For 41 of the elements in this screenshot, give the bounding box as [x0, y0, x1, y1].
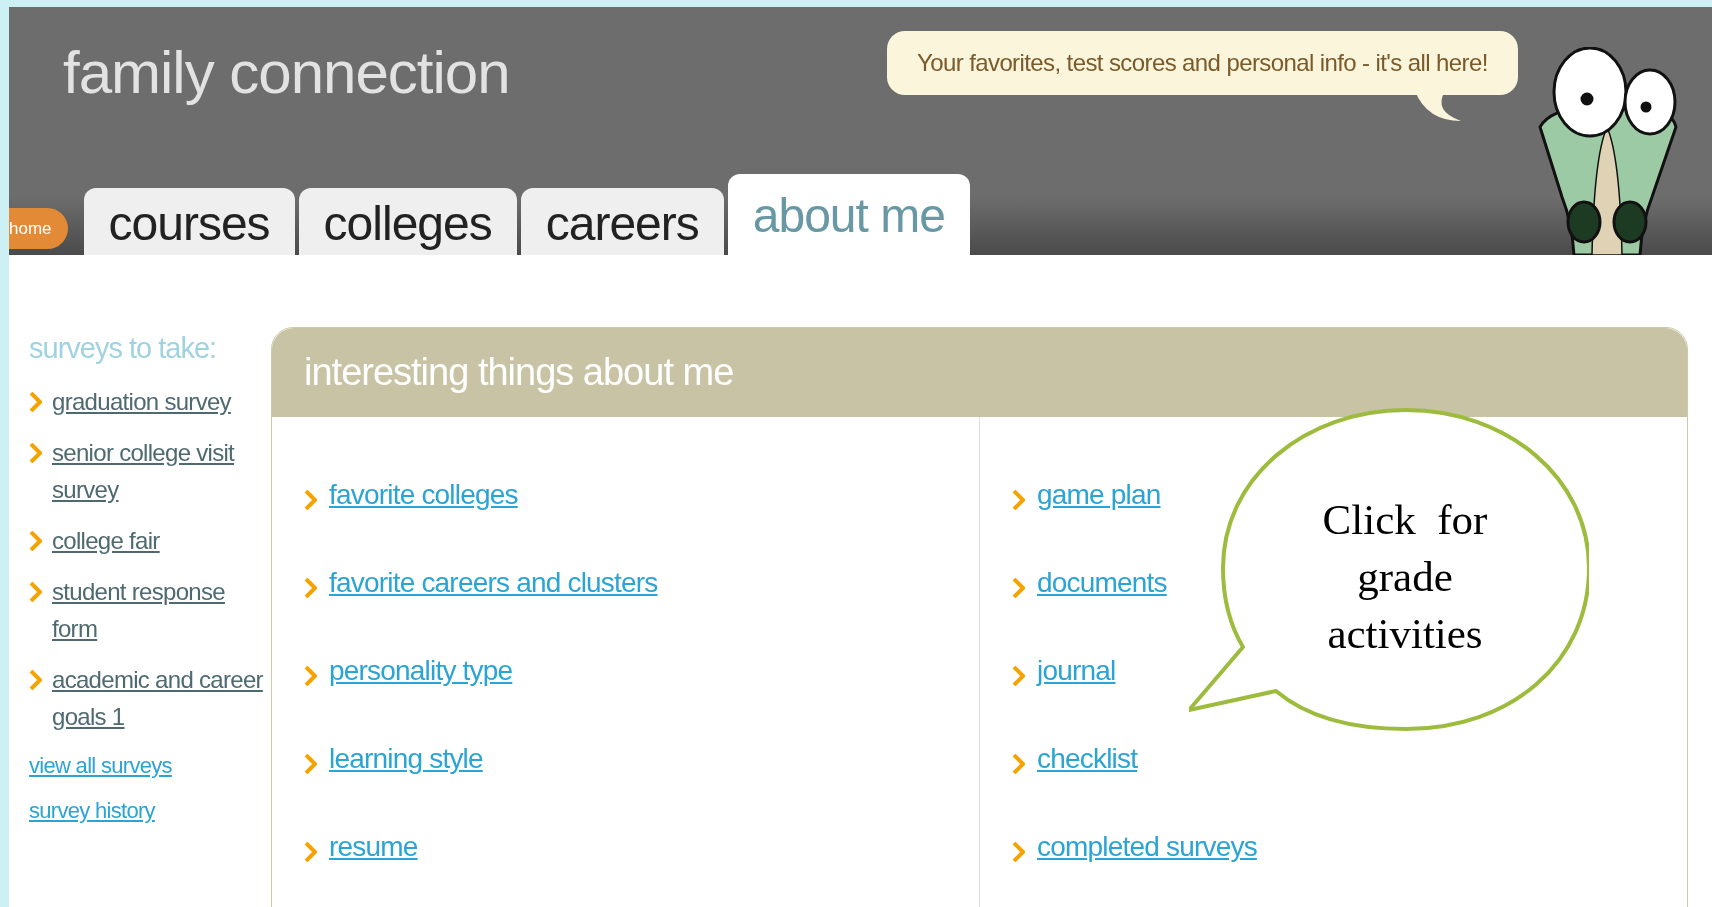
panel-link[interactable]: personality type: [329, 650, 513, 692]
sidebar-link[interactable]: view all surveys: [29, 748, 271, 782]
chevron-icon: [304, 489, 317, 510]
chevron-icon: [29, 442, 42, 463]
home-button[interactable]: home: [9, 208, 68, 249]
callout-text: Click for grade activities: [1321, 495, 1489, 659]
chevron-icon: [304, 665, 317, 686]
chevron-icon: [304, 753, 317, 774]
nav-tab[interactable]: about me: [727, 173, 970, 255]
survey-link[interactable]: graduation survey: [52, 382, 231, 420]
panel-link[interactable]: documents: [1037, 562, 1167, 604]
nav-tab[interactable]: colleges: [298, 187, 517, 255]
survey-link[interactable]: senior college visit survey: [52, 433, 271, 508]
site-title: family connection: [63, 38, 510, 108]
chevron-icon: [304, 841, 317, 862]
chevron-icon: [1012, 489, 1025, 510]
chevron-icon: [29, 530, 42, 551]
panel-link[interactable]: favorite colleges: [329, 474, 518, 516]
panel-link[interactable]: game plan: [1037, 474, 1161, 516]
panel-link[interactable]: completed surveys: [1037, 826, 1257, 868]
chevron-icon: [304, 577, 317, 598]
panel-link[interactable]: learning style: [329, 738, 483, 780]
survey-link[interactable]: student response form: [52, 572, 271, 647]
panel-link[interactable]: resume: [329, 826, 418, 868]
chevron-icon: [1012, 841, 1025, 862]
panel-title: interesting things about me: [272, 328, 1687, 417]
survey-link[interactable]: college fair: [52, 521, 160, 559]
chevron-icon: [29, 391, 42, 412]
chevron-icon: [29, 581, 42, 602]
chevron-icon: [1012, 753, 1025, 774]
survey-link[interactable]: academic and career goals 1: [52, 660, 271, 735]
panel-link[interactable]: favorite careers and clusters: [329, 562, 658, 604]
nav-tab[interactable]: careers: [520, 187, 724, 255]
nav-tab[interactable]: courses: [83, 187, 295, 255]
panel-link[interactable]: checklist: [1037, 738, 1138, 780]
chevron-icon: [1012, 665, 1025, 686]
panel-link[interactable]: journal: [1037, 650, 1116, 692]
sidebar-link[interactable]: survey history: [29, 793, 271, 827]
sidebar-heading: surveys to take:: [29, 331, 218, 366]
chevron-icon: [29, 669, 42, 690]
chevron-icon: [1012, 577, 1025, 598]
